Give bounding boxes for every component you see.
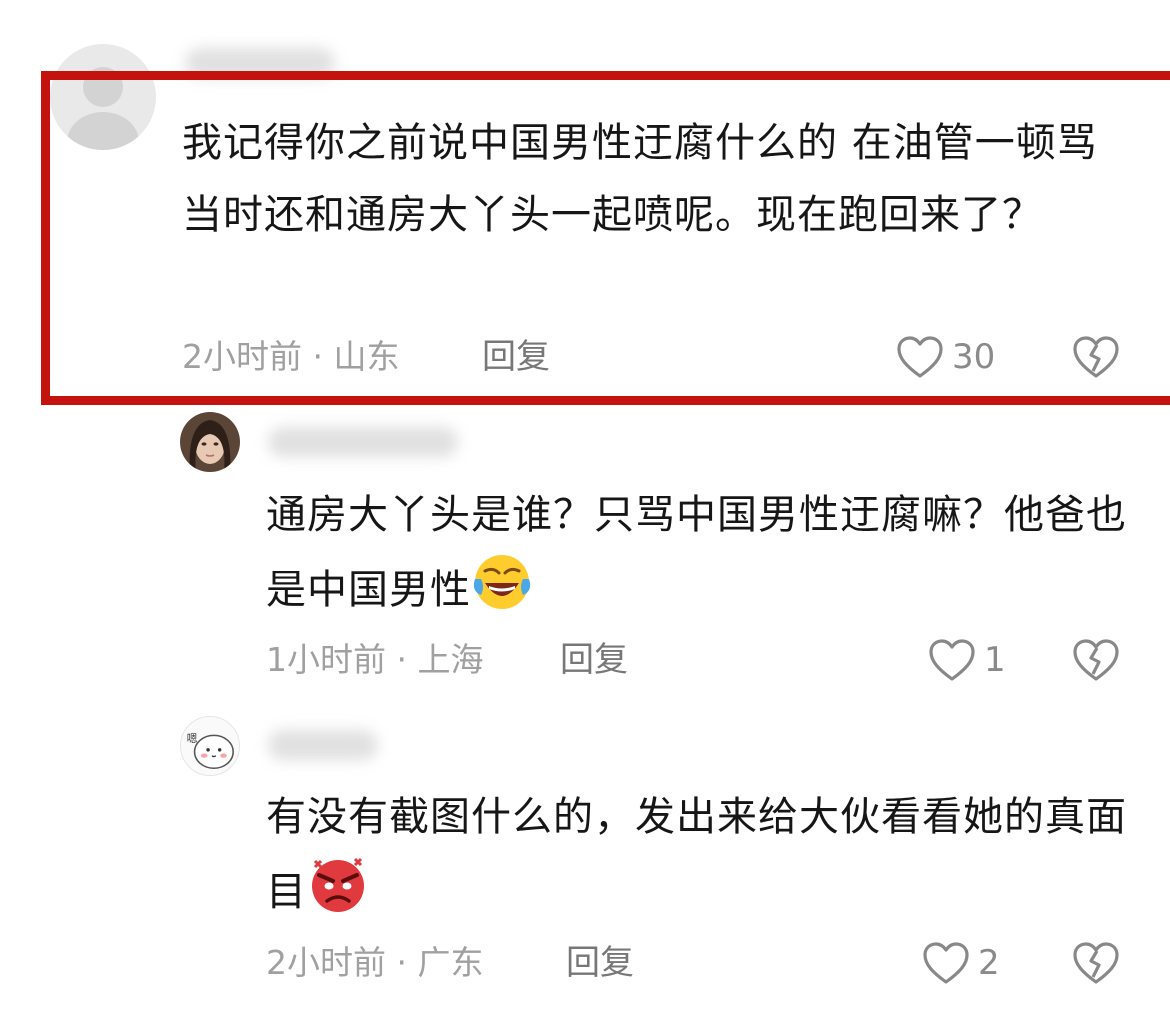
like-count: 2: [978, 943, 1000, 983]
username-blurred[interactable]: [268, 730, 378, 760]
reply-button[interactable]: 回复: [482, 337, 550, 377]
reply-button[interactable]: 回复: [560, 640, 628, 680]
comment-time-location: 2小时前 · 广东: [266, 943, 484, 982]
broken-heart-icon: [1073, 942, 1119, 984]
broken-heart-icon: [1073, 336, 1119, 378]
comment-text-content: 通房大丫头是谁？只骂中国男性迂腐嘛？他爸也是中国男性: [266, 492, 1127, 613]
dislike-button[interactable]: [1072, 335, 1120, 379]
username-blurred[interactable]: [185, 48, 335, 78]
heart-icon: [929, 639, 975, 681]
default-avatar-icon: [50, 44, 156, 150]
angry-face-emoji: [307, 853, 369, 915]
like-button[interactable]: 2: [922, 941, 1000, 985]
username-blurred[interactable]: [268, 427, 458, 457]
dislike-button[interactable]: [1072, 941, 1120, 985]
comment-text-content: 有没有截图什么的，发出来给大伙看看她的真面目: [266, 794, 1127, 915]
laughing-crying-emoji: [471, 551, 533, 613]
comment-time-location: 2小时前 · 山东: [182, 337, 400, 376]
heart-icon: [923, 942, 969, 984]
cartoon-avatar: 嗯: [181, 717, 239, 775]
like-count: 1: [984, 640, 1006, 680]
like-button[interactable]: 1: [928, 638, 1006, 682]
comment-text: 我记得你之前说中国男性迂腐什么的 在油管一顿骂 当时还和通房大丫头一起喷呢。现在…: [182, 120, 1098, 238]
comment-text: 通房大丫头是谁？只骂中国男性迂腐嘛？他爸也是中国男性: [266, 479, 1146, 626]
avatar[interactable]: 嗯: [180, 716, 240, 776]
heart-icon: [897, 336, 943, 378]
comment-text: 有没有截图什么的，发出来给大伙看看她的真面目: [266, 781, 1146, 928]
comment-list: 我记得你之前说中国男性迂腐什么的 在油管一顿骂 当时还和通房大丫头一起喷呢。现在…: [0, 0, 1170, 1022]
user-photo-avatar: [180, 412, 240, 472]
like-button[interactable]: 30: [896, 335, 995, 379]
like-count: 30: [952, 337, 996, 377]
avatar[interactable]: [180, 412, 240, 472]
reply-button[interactable]: 回复: [566, 943, 634, 983]
avatar[interactable]: [50, 44, 156, 150]
comment-time-location: 1小时前 · 上海: [266, 640, 484, 679]
dislike-button[interactable]: [1072, 638, 1120, 682]
avatar-caption: 嗯: [187, 732, 198, 745]
broken-heart-icon: [1073, 639, 1119, 681]
